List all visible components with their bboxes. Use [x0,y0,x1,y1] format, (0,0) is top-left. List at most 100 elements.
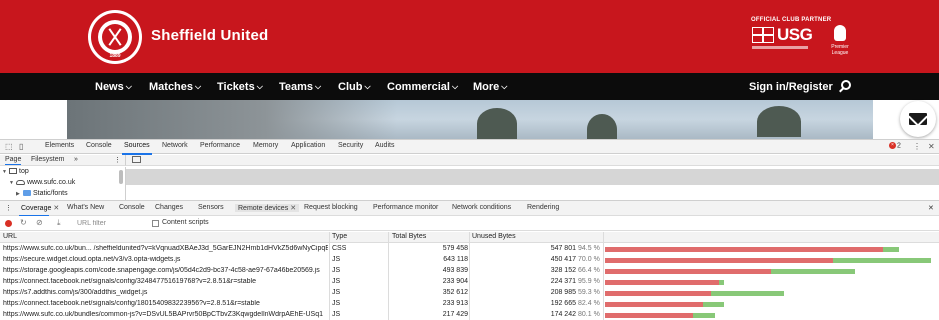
column-header-unused-bytes[interactable]: Unused Bytes [472,233,516,240]
nav-item-label: Matches [149,81,194,93]
kebab-menu-icon[interactable]: ⋮ [913,142,921,151]
row-url: https://connect.facebook.net/signals/con… [3,300,260,307]
tab-network[interactable]: Network [162,142,188,149]
tab-remote-devices[interactable]: Remote devices ✕ [235,204,300,212]
nav-item-tickets[interactable]: Tickets ⌵ [217,81,263,93]
chevron-down-icon: ⌵ [195,82,202,91]
tree-item-folder[interactable]: ▶ Static/fonts [16,190,68,197]
site-header: 1889 Sheffield United OFFICIAL CLUB PART… [0,0,939,73]
used-bytes-bar [833,258,931,263]
used-bytes-bar [710,291,784,296]
tab-whats-new[interactable]: What's New [67,204,104,211]
tab-performance-monitor[interactable]: Performance monitor [373,204,438,211]
search-icon[interactable] [839,80,852,93]
hero-banner [0,100,939,139]
column-header-total-bytes[interactable]: Total Bytes [392,233,426,240]
record-button[interactable] [5,220,12,227]
tab-security[interactable]: Security [338,142,363,149]
content-scripts-checkbox[interactable] [152,220,159,227]
toggle-navigator-icon[interactable] [132,156,141,163]
tab-filesystem[interactable]: Filesystem [31,156,64,163]
tab-performance[interactable]: Performance [200,142,240,149]
nav-item-news[interactable]: News ⌵ [95,81,132,93]
row-type: CSS [332,245,347,252]
drawer-menu-icon[interactable]: ⋮ [5,204,12,212]
nav-item-teams[interactable]: Teams ⌵ [279,81,321,93]
sign-in-link[interactable]: Sign in/Register [749,81,833,93]
nav-item-label: More [473,81,500,93]
tab-sources[interactable]: Sources [122,142,152,155]
tree-item-domain[interactable]: ▼ www.sufc.co.uk [9,179,75,186]
club-name[interactable]: Sheffield United [151,27,268,44]
club-crest-logo[interactable]: 1889 [88,10,142,64]
cloud-icon [16,179,25,185]
column-divider[interactable] [329,232,330,320]
used-bytes-bar [771,269,856,274]
tab-console[interactable]: Console [86,142,112,149]
row-type: JS [332,289,341,296]
tab-audits[interactable]: Audits [375,142,394,149]
row-unused-bytes: 450 417 [550,256,576,263]
hero-image [67,100,873,139]
inspect-element-icon[interactable]: ⬚ [5,142,13,151]
partner-logo[interactable]: USG [777,25,813,45]
tab-page[interactable]: Page [5,156,22,165]
close-drawer-icon[interactable]: ✕ [928,204,934,212]
nav-item-more[interactable]: More ⌵ [473,81,507,93]
envelope-icon[interactable] [900,101,936,137]
usage-bar [605,302,724,307]
nav-item-commercial[interactable]: Commercial ⌵ [387,81,458,93]
editor-toolbar [125,155,939,166]
editor-area [125,167,939,200]
row-unused-bytes: 328 152 [550,267,576,274]
tab-coverage[interactable]: Coverage ✕ [18,204,59,217]
clear-icon[interactable]: ⊘ [36,218,43,227]
tab-application[interactable]: Application [291,142,325,149]
error-count: 2 [897,142,901,150]
close-icon[interactable]: ✕ [290,205,296,212]
column-header-url[interactable]: URL [3,233,17,240]
tree-item-top[interactable]: ▼ top [2,168,29,175]
tab-rendering[interactable]: Rendering [527,204,559,211]
nav-item-club[interactable]: Club ⌵ [338,81,371,93]
tab-elements[interactable]: Elements [45,142,74,149]
tab-memory[interactable]: Memory [253,142,278,149]
tab-changes[interactable]: Changes [155,204,183,211]
column-header-type[interactable]: Type [332,233,347,240]
coverage-toolbar: ↻ ⊘ ⤓ Content scripts [0,216,939,231]
row-unused-percent: 59.3 % [578,289,600,296]
tree-scrollbar[interactable] [119,170,123,184]
frame-icon [9,168,17,175]
chevron-down-icon: ⌵ [451,82,459,91]
row-unused-percent: 66.4 % [578,267,600,274]
row-total-bytes: 579 458 [442,245,468,252]
column-divider[interactable] [603,232,604,320]
partner-logo-tagline [752,46,808,49]
row-total-bytes: 233 913 [442,300,468,307]
kebab-menu-icon[interactable]: ⋮ [114,156,121,164]
reload-icon[interactable]: ↻ [20,218,27,227]
nav-item-matches[interactable]: Matches ⌵ [149,81,201,93]
device-toolbar-icon[interactable]: ▯ [19,142,23,151]
url-filter-input[interactable] [73,218,143,229]
unused-bytes-bar [605,313,694,318]
export-icon[interactable]: ⤓ [57,218,61,228]
row-url: https://s7.addthis.com/js/300/addthis_wi… [3,289,148,296]
used-bytes-bar [702,302,724,307]
close-icon[interactable]: ✕ [53,205,59,212]
tab-request-blocking[interactable]: Request blocking [304,204,358,211]
tab-network-conditions[interactable]: Network conditions [452,204,511,211]
error-count-badge[interactable]: × 2 [889,142,901,149]
used-bytes-bar [693,313,716,318]
usage-bar [605,291,784,296]
premier-league-lion-icon[interactable] [834,25,846,41]
more-tabs-icon[interactable]: » [74,156,78,163]
nav-item-label: Club [338,81,363,93]
tab-console[interactable]: Console [119,204,145,211]
tab-sensors[interactable]: Sensors [198,204,224,211]
row-unused-percent: 95.9 % [578,278,600,285]
close-icon[interactable]: ✕ [928,142,935,151]
column-divider[interactable] [388,232,389,320]
column-divider[interactable] [469,232,470,320]
file-tree: ▼ top ▼ www.sufc.co.uk ▶ Static/fonts [0,167,125,200]
